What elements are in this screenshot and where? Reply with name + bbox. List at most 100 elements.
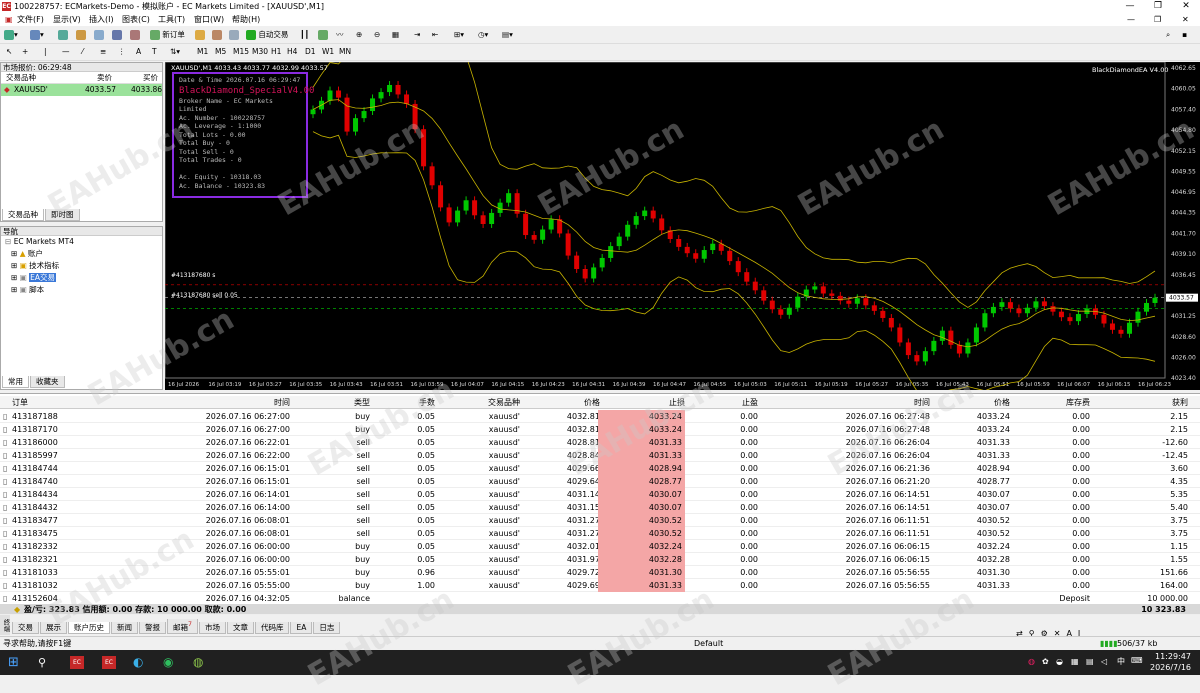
tf-m5[interactable]: M5 xyxy=(215,46,226,58)
chat-icon[interactable]: ▪ xyxy=(1182,29,1187,41)
table-row[interactable]: ▯ 413184432 2026.07.16 06:14:00 sell 0.05 xau… xyxy=(0,501,1200,514)
taskbar-date[interactable]: 2026/7/16 xyxy=(1150,663,1191,672)
chart-shift-icon[interactable]: ⇤ xyxy=(432,29,438,41)
col-header[interactable]: 类型 xyxy=(330,396,370,409)
child-close-button[interactable]: ✕ xyxy=(1180,13,1191,26)
zoom-in-icon[interactable]: ⊕ xyxy=(356,29,362,41)
candle-chart-icon[interactable] xyxy=(318,29,328,41)
wechat-icon[interactable]: ◉ xyxy=(163,655,173,669)
tf-mn[interactable]: MN xyxy=(339,46,351,58)
col-ask[interactable]: 买价 xyxy=(143,72,158,84)
tab-common[interactable]: 常用 xyxy=(2,376,29,388)
horizontal-line-icon[interactable]: — xyxy=(62,46,70,58)
col-header[interactable]: 价格 xyxy=(560,396,600,409)
price-chart[interactable]: 4062.65 4060.05 4057.40 4054.80 4052.15 4049.… xyxy=(165,62,1200,390)
tray-overflow-icon[interactable]: ▦ xyxy=(1071,657,1079,666)
start-icon[interactable]: ⊞ xyxy=(8,655,19,670)
table-row[interactable]: ▯ 413181032 2026.07.16 05:55:00 buy 1.00 xauu… xyxy=(0,579,1200,592)
nav-item-accounts[interactable]: ⊞ ▲ 账户 xyxy=(5,248,162,260)
col-header[interactable]: 获利 xyxy=(1088,396,1188,409)
tab-symbols[interactable]: 交易品种 xyxy=(2,209,44,221)
signals-icon[interactable] xyxy=(212,29,222,41)
data-window-icon[interactable] xyxy=(76,29,86,41)
tray-icon[interactable]: ◒ xyxy=(1056,657,1063,666)
col-header[interactable]: 止盈 xyxy=(718,396,758,409)
minimize-button[interactable]: — xyxy=(1116,0,1144,13)
vps-icon[interactable] xyxy=(229,29,239,41)
col-symbol[interactable]: 交易品种 xyxy=(6,72,36,84)
tray-icon[interactable]: ◍ xyxy=(1028,657,1035,666)
crosshair-icon[interactable]: + xyxy=(22,46,28,58)
terminal-icon[interactable] xyxy=(112,29,122,41)
tray-icon[interactable]: ▤ xyxy=(1086,657,1094,666)
menu-insert[interactable]: 插入(I) xyxy=(87,13,116,26)
fibonacci-icon[interactable]: ⋮ xyxy=(118,46,126,58)
menu-tools[interactable]: 工具(T) xyxy=(156,13,187,26)
cursor-icon[interactable]: ↖ xyxy=(6,46,12,58)
terminal-tab[interactable]: 文章 xyxy=(226,621,254,634)
nav-item-scripts[interactable]: ⊞ ▣ 脚本 xyxy=(5,284,162,296)
col-header[interactable]: 交易品种 xyxy=(470,396,520,409)
trendline-icon[interactable]: ⁄ xyxy=(82,46,83,58)
search-icon[interactable]: ⌕ xyxy=(1166,29,1170,41)
tf-m30[interactable]: M30 xyxy=(252,46,268,58)
terminal-tab[interactable]: 市场 xyxy=(198,621,226,634)
col-bid[interactable]: 卖价 xyxy=(97,72,112,84)
terminal-tab[interactable]: 交易 xyxy=(12,621,39,634)
auto-trade-button[interactable]: 自动交易 xyxy=(246,29,288,41)
market-watch-icon[interactable] xyxy=(58,29,68,41)
tester-icon[interactable] xyxy=(130,29,140,41)
periods-icon[interactable]: ◷▾ xyxy=(478,29,488,41)
app-icon-green[interactable]: ◍ xyxy=(193,655,203,669)
col-header[interactable]: 时间 xyxy=(170,396,290,409)
terminal-tab[interactable]: EA xyxy=(290,621,313,634)
nav-root[interactable]: ⊟ EC Markets MT4 xyxy=(5,236,162,248)
col-header[interactable]: 库存费 xyxy=(1030,396,1090,409)
tf-m15[interactable]: M15 xyxy=(233,46,249,58)
taskbar-time[interactable]: 11:29:47 xyxy=(1155,652,1191,661)
line-chart-icon[interactable]: 〰 xyxy=(336,29,344,41)
text-icon[interactable]: A xyxy=(136,46,141,58)
bar-chart-icon[interactable]: ┃┃ xyxy=(300,29,309,41)
maximize-button[interactable]: ❐ xyxy=(1144,0,1172,13)
terminal-tab[interactable]: 邮箱7 xyxy=(167,619,198,634)
tab-favorites[interactable]: 收藏夹 xyxy=(30,376,65,388)
auto-scroll-icon[interactable]: ⇥ xyxy=(414,29,420,41)
mt4-taskbar-icon-2[interactable]: EC xyxy=(102,656,116,669)
terminal-tab[interactable]: 代码库 xyxy=(254,621,290,634)
zoom-out-icon[interactable]: ⊖ xyxy=(374,29,380,41)
table-row[interactable]: ▯ 413184740 2026.07.16 06:15:01 sell 0.05 xau… xyxy=(0,475,1200,488)
terminal-tab[interactable]: 警报 xyxy=(139,621,166,634)
new-order-button[interactable]: 新订单 xyxy=(150,29,185,41)
tf-h1[interactable]: H1 xyxy=(271,46,281,58)
chart-canvas[interactable]: 4062.654060.054057.404054.804052.154049.… xyxy=(165,62,1200,390)
menu-help[interactable]: 帮助(H) xyxy=(230,13,262,26)
ime-icon[interactable]: ⌨ xyxy=(1131,656,1143,665)
vertical-line-icon[interactable]: | xyxy=(44,46,47,58)
market-watch-row[interactable]: ◆ XAUUSD' 4033.57 4033.86 xyxy=(1,84,162,96)
search-taskbar-icon[interactable]: ⚲ xyxy=(38,656,46,669)
tf-m1[interactable]: M1 xyxy=(197,46,208,58)
meta-editor-icon[interactable] xyxy=(195,29,205,41)
menu-view[interactable]: 显示(V) xyxy=(51,13,83,26)
col-header[interactable]: 订单 xyxy=(12,396,162,409)
nav-item-experts[interactable]: ⊞ ▣ EA交易 xyxy=(5,272,162,284)
tile-windows-icon[interactable]: ▦ xyxy=(392,29,399,41)
terminal-side-label[interactable]: 终端 xyxy=(0,615,10,635)
new-chart-icon[interactable]: ▾ xyxy=(4,29,18,41)
profiles-icon[interactable]: ▾ xyxy=(30,29,44,41)
tf-h4[interactable]: H4 xyxy=(287,46,297,58)
menu-window[interactable]: 窗口(W) xyxy=(192,13,226,26)
table-row[interactable]: ▯ 413187188 2026.07.16 06:27:00 buy 0.05 xauu… xyxy=(0,410,1200,423)
tray-icon[interactable]: ✿ xyxy=(1042,657,1049,666)
nav-item-indicators[interactable]: ⊞ ▣ 技术指标 xyxy=(5,260,162,272)
channel-icon[interactable]: ≡ xyxy=(100,46,106,58)
close-button[interactable]: ✕ xyxy=(1172,0,1200,13)
tf-d1[interactable]: D1 xyxy=(305,46,316,58)
arrows-icon[interactable]: ⇅▾ xyxy=(170,46,180,58)
label-icon[interactable]: T xyxy=(152,46,157,58)
mt4-taskbar-icon[interactable]: EC xyxy=(70,656,84,669)
terminal-tab[interactable]: 日志 xyxy=(313,621,341,634)
tf-w1[interactable]: W1 xyxy=(322,46,334,58)
table-row[interactable]: ▯ 413184434 2026.07.16 06:14:01 sell 0.05 xau… xyxy=(0,488,1200,501)
